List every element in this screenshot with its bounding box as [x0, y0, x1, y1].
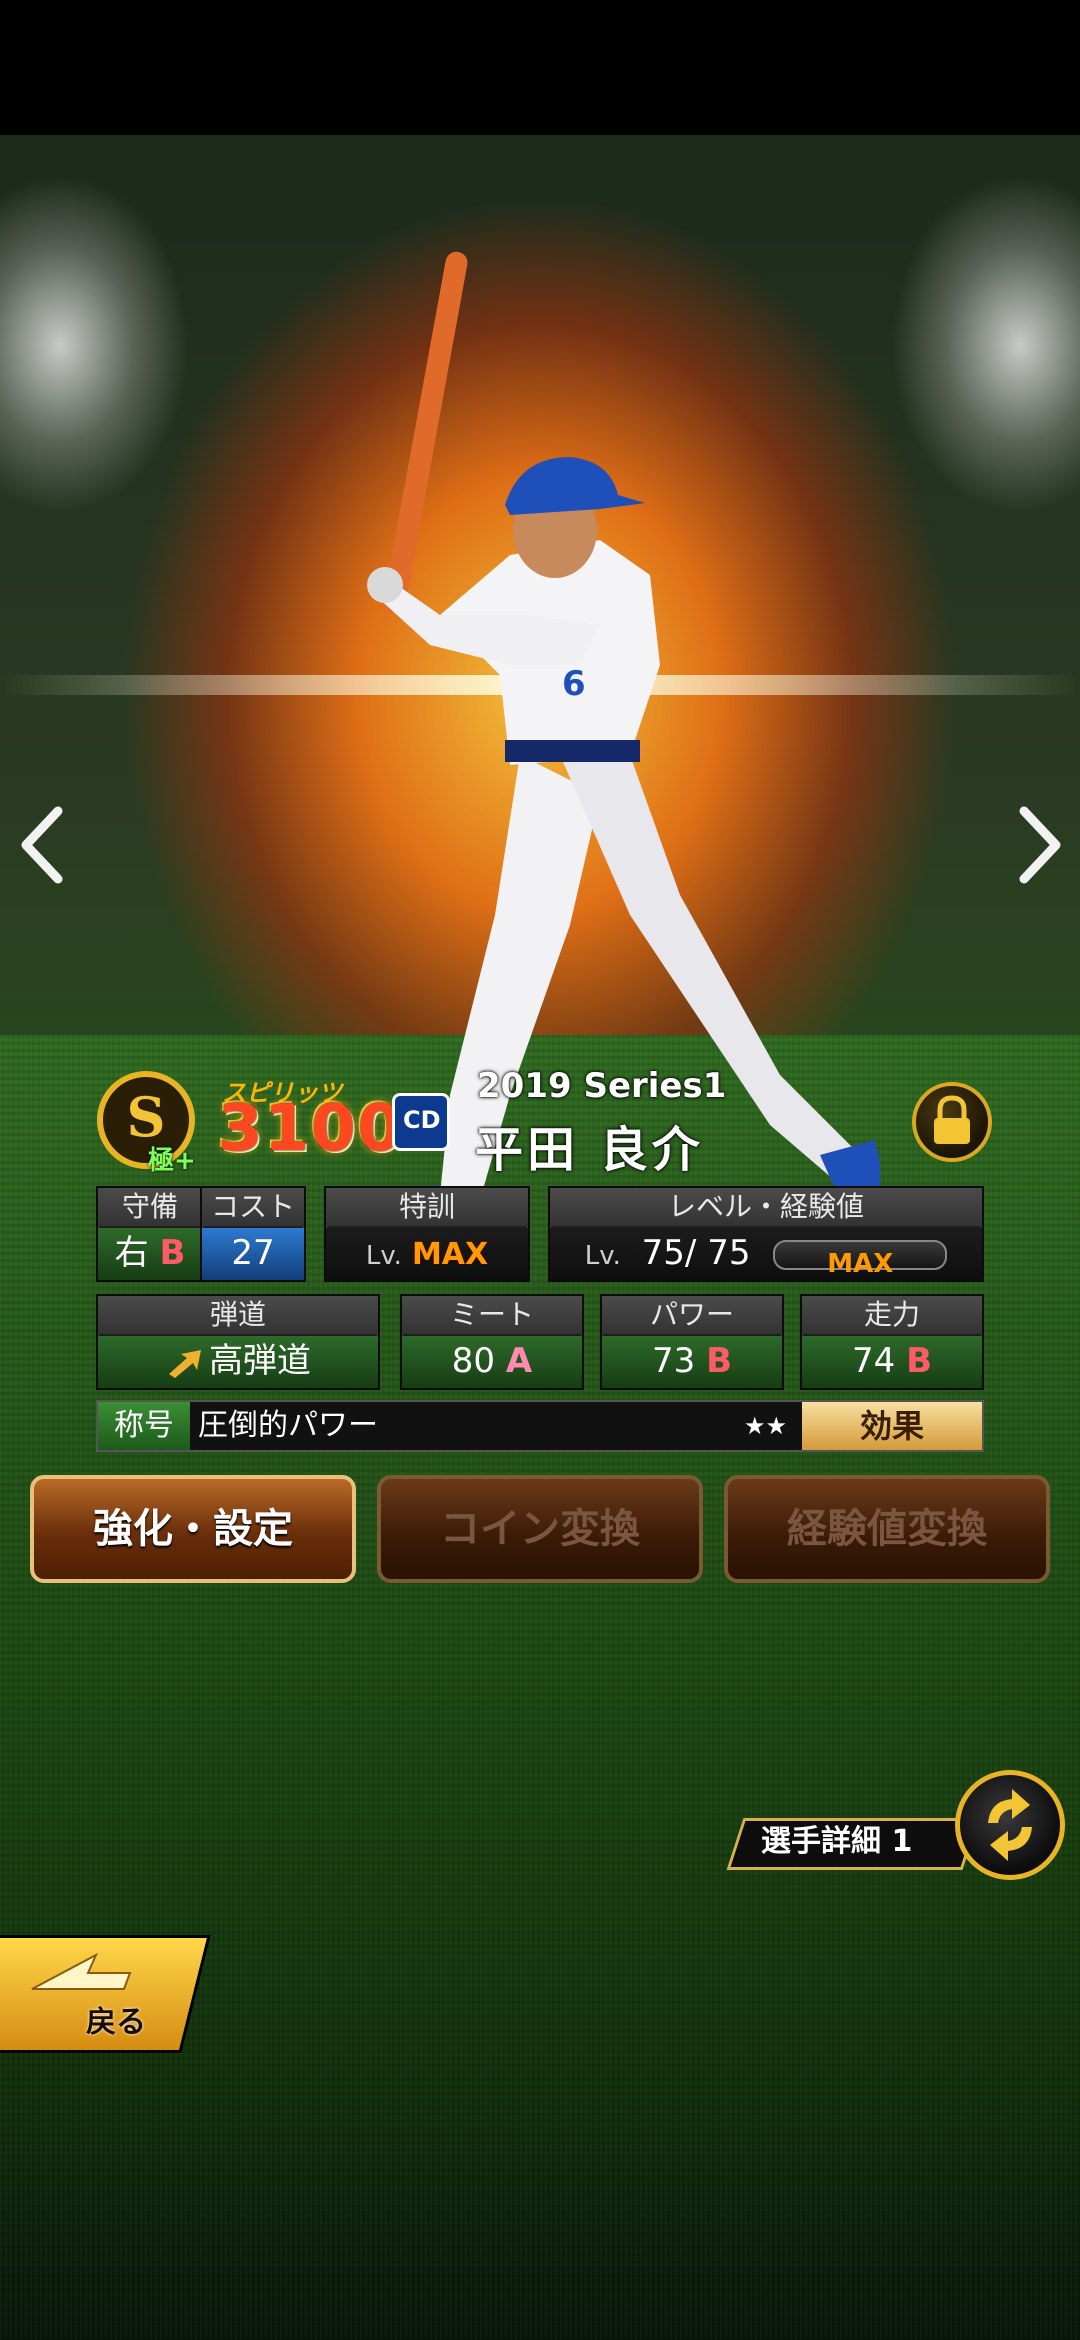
level-lv-prefix: Lv. [584, 1241, 621, 1271]
exp-bar-label: MAX [827, 1248, 894, 1279]
title-row: 称号 圧倒的パワー ★★ 効果 [96, 1400, 984, 1452]
rank-sub-label: 極+ [148, 1146, 196, 1176]
meet-value: 80 A [402, 1336, 582, 1388]
trajectory-panel: 弾道 高弾道 [96, 1294, 380, 1390]
svg-text:6: 6 [562, 664, 586, 704]
meet-number: 80 [451, 1341, 496, 1381]
meet-grade: A [505, 1341, 533, 1381]
trajectory-arrow-icon [169, 1349, 201, 1378]
trajectory-value: 高弾道 [98, 1336, 378, 1388]
team-logo-icon: CD [392, 1093, 450, 1151]
level-label: レベル・経験値 [550, 1188, 982, 1226]
trajectory-text: 高弾道 [209, 1341, 311, 1381]
enhance-settings-button[interactable]: 強化・設定 [30, 1475, 356, 1583]
team-abbr: CD [403, 1106, 441, 1134]
trajectory-label: 弾道 [98, 1296, 378, 1334]
level-slash: / [684, 1233, 708, 1273]
power-grade: B [706, 1341, 732, 1381]
player-detail-label: 選手詳細 1 [761, 1824, 913, 1859]
speed-value: 74 B [802, 1336, 982, 1388]
level-current: 75 [641, 1233, 685, 1273]
back-label: 戻る [86, 2005, 146, 2040]
player-name: 平田 良介 [475, 1122, 704, 1178]
defense-grade: B [159, 1233, 186, 1273]
title-value: 圧倒的パワー [198, 1408, 378, 1443]
exp-bar: MAX [773, 1239, 948, 1279]
title-label: 称号 [98, 1402, 190, 1450]
special-training-lv-prefix: Lv. [365, 1241, 402, 1271]
power-value: 73 B [602, 1336, 782, 1388]
cost-label: コスト [202, 1188, 304, 1226]
exp-convert-button[interactable]: 経験値変換 [724, 1475, 1050, 1583]
meet-panel: ミート 80 A [400, 1294, 584, 1390]
power-number: 73 [652, 1341, 696, 1381]
special-training-panel: 特訓 Lv. MAX [324, 1186, 530, 1282]
power-panel: パワー 73 B [600, 1294, 784, 1390]
power-label: パワー [602, 1296, 782, 1334]
next-arrow-icon[interactable] [1012, 805, 1066, 885]
meet-label: ミート [402, 1296, 582, 1334]
level-panel: レベル・経験値 Lv. 75/ 75 MAX [548, 1186, 984, 1282]
speed-panel: 走力 74 B [800, 1294, 984, 1390]
refresh-icon [988, 1789, 1032, 1861]
speed-label: 走力 [802, 1296, 982, 1334]
special-training-value: Lv. MAX [326, 1228, 528, 1280]
back-button[interactable]: 戻る [0, 1935, 211, 2053]
title-stars: ★★ [744, 1412, 788, 1440]
cost-value: 27 [202, 1228, 304, 1280]
stadium-light-right [890, 175, 1080, 515]
speed-grade: B [906, 1341, 932, 1381]
special-training-label: 特訓 [326, 1188, 528, 1226]
defense-hand: 右 [114, 1233, 149, 1273]
lock-icon [934, 1095, 970, 1144]
player-detail-button[interactable]: 選手詳細 1 [726, 1790, 980, 1870]
defense-panel: 守備 右 B [96, 1186, 204, 1282]
level-value: Lv. 75/ 75 MAX [550, 1228, 982, 1280]
cost-panel: コスト 27 [200, 1186, 306, 1282]
defense-value: 右 B [98, 1228, 202, 1280]
defense-label: 守備 [98, 1188, 202, 1226]
stadium-light-left [0, 175, 190, 515]
card-series: 2019 Series1 [477, 1066, 727, 1106]
special-training-max: MAX [411, 1237, 489, 1272]
prev-arrow-icon[interactable] [16, 805, 70, 885]
level-max: 75 [707, 1233, 751, 1273]
effect-button[interactable]: 効果 [802, 1402, 982, 1450]
swap-view-button[interactable] [955, 1770, 1065, 1880]
speed-number: 74 [852, 1341, 896, 1381]
coin-convert-button[interactable]: コイン変換 [377, 1475, 703, 1583]
spirits-value: 3100 [218, 1092, 405, 1166]
lock-button[interactable] [912, 1082, 992, 1162]
